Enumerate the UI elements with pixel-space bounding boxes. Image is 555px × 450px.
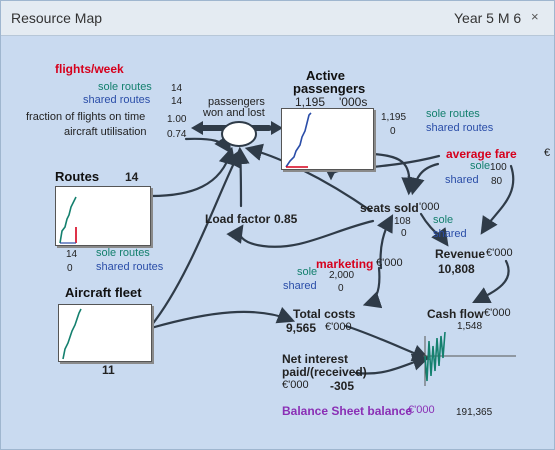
resource-map-canvas: flights/week sole routes 14 shared route… — [1, 36, 554, 449]
load-factor-label: Load factor — [205, 212, 271, 226]
utilisation-value: 0.74 — [167, 129, 187, 140]
interest-unit: €'000 — [282, 379, 309, 391]
flights-shared-value: 14 — [171, 96, 183, 107]
interest-title-line2: paid/(received) — [282, 365, 367, 379]
seats-shared-value: 0 — [401, 228, 407, 239]
revenue-unit: €'000 — [486, 247, 513, 259]
period-label: Year 5 M 6 — [454, 10, 522, 26]
window-title: Resource Map — [11, 10, 103, 26]
balance-value: 191,365 — [456, 407, 493, 418]
marketing-sole-value: 2,000 — [329, 270, 355, 281]
load-factor-value: 0.85 — [274, 212, 298, 226]
marketing-sole-label: sole — [297, 266, 318, 278]
arrow-marketing-to-costs — [362, 266, 383, 309]
costs-value: 9,565 — [286, 321, 317, 335]
arrow-revenue-to-cashflow — [472, 259, 510, 303]
fare-shared-label: shared — [445, 174, 479, 186]
utilisation-label: aircraft utilisation — [64, 126, 147, 138]
arrow-fleet-to-valve — [149, 149, 242, 328]
flow-valve — [221, 121, 257, 147]
passengers-sole-label: sole routes — [426, 108, 480, 120]
flights-shared-label: shared routes — [83, 94, 151, 106]
arrow-loadfactor-to-valve — [232, 146, 250, 208]
cashflow-chart — [423, 331, 516, 386]
flow-label-line2: won and lost — [203, 107, 265, 119]
passengers-chart — [281, 108, 374, 170]
flights-sole-label: sole routes — [98, 81, 152, 93]
routes-sole-value: 14 — [66, 249, 78, 260]
ontime-value: 1.00 — [167, 114, 187, 125]
fare-unit: € — [544, 147, 551, 159]
flights-sole-value: 14 — [171, 83, 183, 94]
passengers-sole-value: 1,195 — [381, 112, 407, 123]
cashflow-unit: €'000 — [484, 307, 511, 319]
balance-label: Balance Sheet balance — [282, 404, 413, 418]
fare-title: average fare — [446, 147, 517, 161]
fleet-chart — [58, 304, 152, 362]
seats-title: seats sold — [360, 201, 419, 215]
fare-sole-label: sole — [470, 160, 491, 172]
passengers-shared-value: 0 — [390, 126, 396, 137]
seats-sole-label: sole — [433, 214, 454, 226]
flow-arrow-left — [191, 121, 203, 135]
flights-title: flights/week — [55, 62, 124, 76]
cashflow-title: Cash flow — [427, 307, 484, 321]
interest-value: -305 — [330, 379, 355, 393]
revenue-value: 10,808 — [438, 262, 475, 276]
interest-title-line1: Net interest — [282, 352, 349, 366]
arrow-fare-to-seats — [407, 162, 440, 196]
cashflow-value: 1,548 — [457, 321, 483, 332]
costs-title: Total costs — [293, 307, 356, 321]
passengers-total: 1,195 — [295, 95, 326, 109]
arrow-fleet-to-costs — [149, 306, 296, 330]
routes-sole-label: sole routes — [96, 247, 150, 259]
marketing-unit: €'000 — [376, 257, 403, 269]
fleet-title: Aircraft fleet — [65, 285, 142, 300]
ontime-label: fraction of flights on time — [26, 111, 146, 123]
routes-chart — [55, 186, 151, 246]
marketing-title: marketing — [316, 257, 374, 271]
fare-sole-value: 100 — [490, 162, 507, 173]
title-bar: Resource Map Year 5 M 6 × — [1, 1, 554, 36]
resource-map-window: Resource Map Year 5 M 6 × flights/week s… — [0, 0, 555, 450]
routes-title: Routes — [55, 169, 100, 184]
routes-shared-value: 0 — [67, 263, 73, 274]
arrow-flights-to-valve — [184, 134, 232, 154]
passengers-unit: '000s — [339, 95, 368, 109]
arrow-costs-to-cashflow — [344, 324, 431, 362]
fleet-value: 11 — [102, 363, 115, 377]
marketing-shared-label: shared — [283, 280, 317, 292]
routes-shared-label: shared routes — [96, 261, 164, 273]
seats-sole-value: 108 — [394, 216, 411, 227]
balance-unit: €'000 — [408, 404, 435, 416]
seats-shared-label: shared — [433, 228, 467, 240]
close-icon[interactable]: × — [531, 9, 539, 24]
passengers-shared-label: shared routes — [426, 122, 494, 134]
routes-value: 14 — [125, 170, 139, 184]
seats-unit: '000 — [419, 201, 440, 213]
revenue-title: Revenue — [435, 247, 486, 261]
passengers-title-line2: passengers — [293, 81, 366, 96]
arrow-passengers-to-seats — [371, 152, 419, 196]
marketing-shared-value: 0 — [338, 283, 344, 294]
fare-shared-value: 80 — [491, 176, 503, 187]
costs-unit: €'000 — [325, 321, 352, 333]
arrow-routes-to-valve — [149, 146, 236, 198]
